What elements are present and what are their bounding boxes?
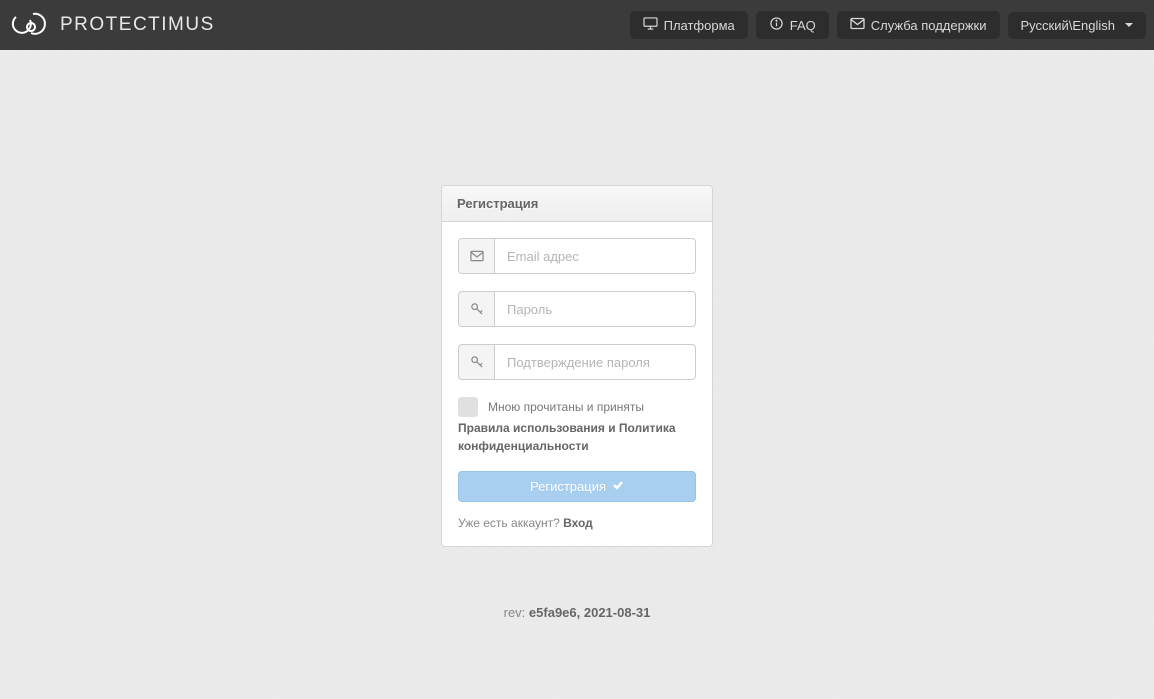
register-button-label: Регистрация <box>530 479 606 494</box>
check-icon <box>612 479 624 494</box>
support-button[interactable]: Служба поддержки <box>837 11 1000 39</box>
platform-label: Платформа <box>664 18 735 33</box>
terms-wrap: Мною прочитаны и приняты Правила использ… <box>458 397 696 455</box>
protectimus-logo-icon <box>8 9 54 42</box>
footer: rev: e5fa9e6, 2021-08-31 <box>504 605 651 620</box>
monitor-icon <box>643 17 658 33</box>
login-link[interactable]: Вход <box>563 516 593 530</box>
confirm-input-group <box>458 344 696 380</box>
language-dropdown[interactable]: Русский\English <box>1008 12 1147 39</box>
login-row: Уже есть аккаунт? Вход <box>458 516 696 530</box>
brand-logo[interactable]: protectimus <box>8 9 215 42</box>
rev-label: rev: <box>504 605 529 620</box>
terms-checkbox[interactable] <box>458 397 478 417</box>
language-label: Русский\English <box>1021 18 1116 33</box>
email-input-group <box>458 238 696 274</box>
envelope-icon <box>458 238 494 274</box>
info-circle-icon <box>769 17 784 33</box>
confirm-password-field[interactable] <box>494 344 696 380</box>
terms-link[interactable]: Правила использования и Политика конфиде… <box>458 419 696 455</box>
panel-body: Мною прочитаны и приняты Правила использ… <box>442 222 712 546</box>
faq-button[interactable]: FAQ <box>756 11 829 39</box>
main-container: Регистрация <box>0 50 1154 620</box>
envelope-icon <box>850 17 865 33</box>
platform-button[interactable]: Платформа <box>630 11 748 39</box>
chevron-down-icon <box>1125 23 1133 27</box>
faq-label: FAQ <box>790 18 816 33</box>
rev-value: e5fa9e6, 2021-08-31 <box>529 605 650 620</box>
password-input-group <box>458 291 696 327</box>
email-field[interactable] <box>494 238 696 274</box>
support-label: Служба поддержки <box>871 18 987 33</box>
registration-panel: Регистрация <box>441 185 713 547</box>
terms-intro-text: Мною прочитаны и приняты <box>488 398 644 417</box>
panel-title: Регистрация <box>442 186 712 222</box>
register-button[interactable]: Регистрация <box>458 471 696 502</box>
have-account-text: Уже есть аккаунт? <box>458 516 563 530</box>
key-icon <box>458 291 494 327</box>
key-icon <box>458 344 494 380</box>
navbar: protectimus Платформа FAQ Служба поддерж… <box>0 0 1154 50</box>
password-field[interactable] <box>494 291 696 327</box>
nav-right: Платформа FAQ Служба поддержки Русский\E… <box>630 11 1146 39</box>
brand-name: protectimus <box>60 14 215 36</box>
